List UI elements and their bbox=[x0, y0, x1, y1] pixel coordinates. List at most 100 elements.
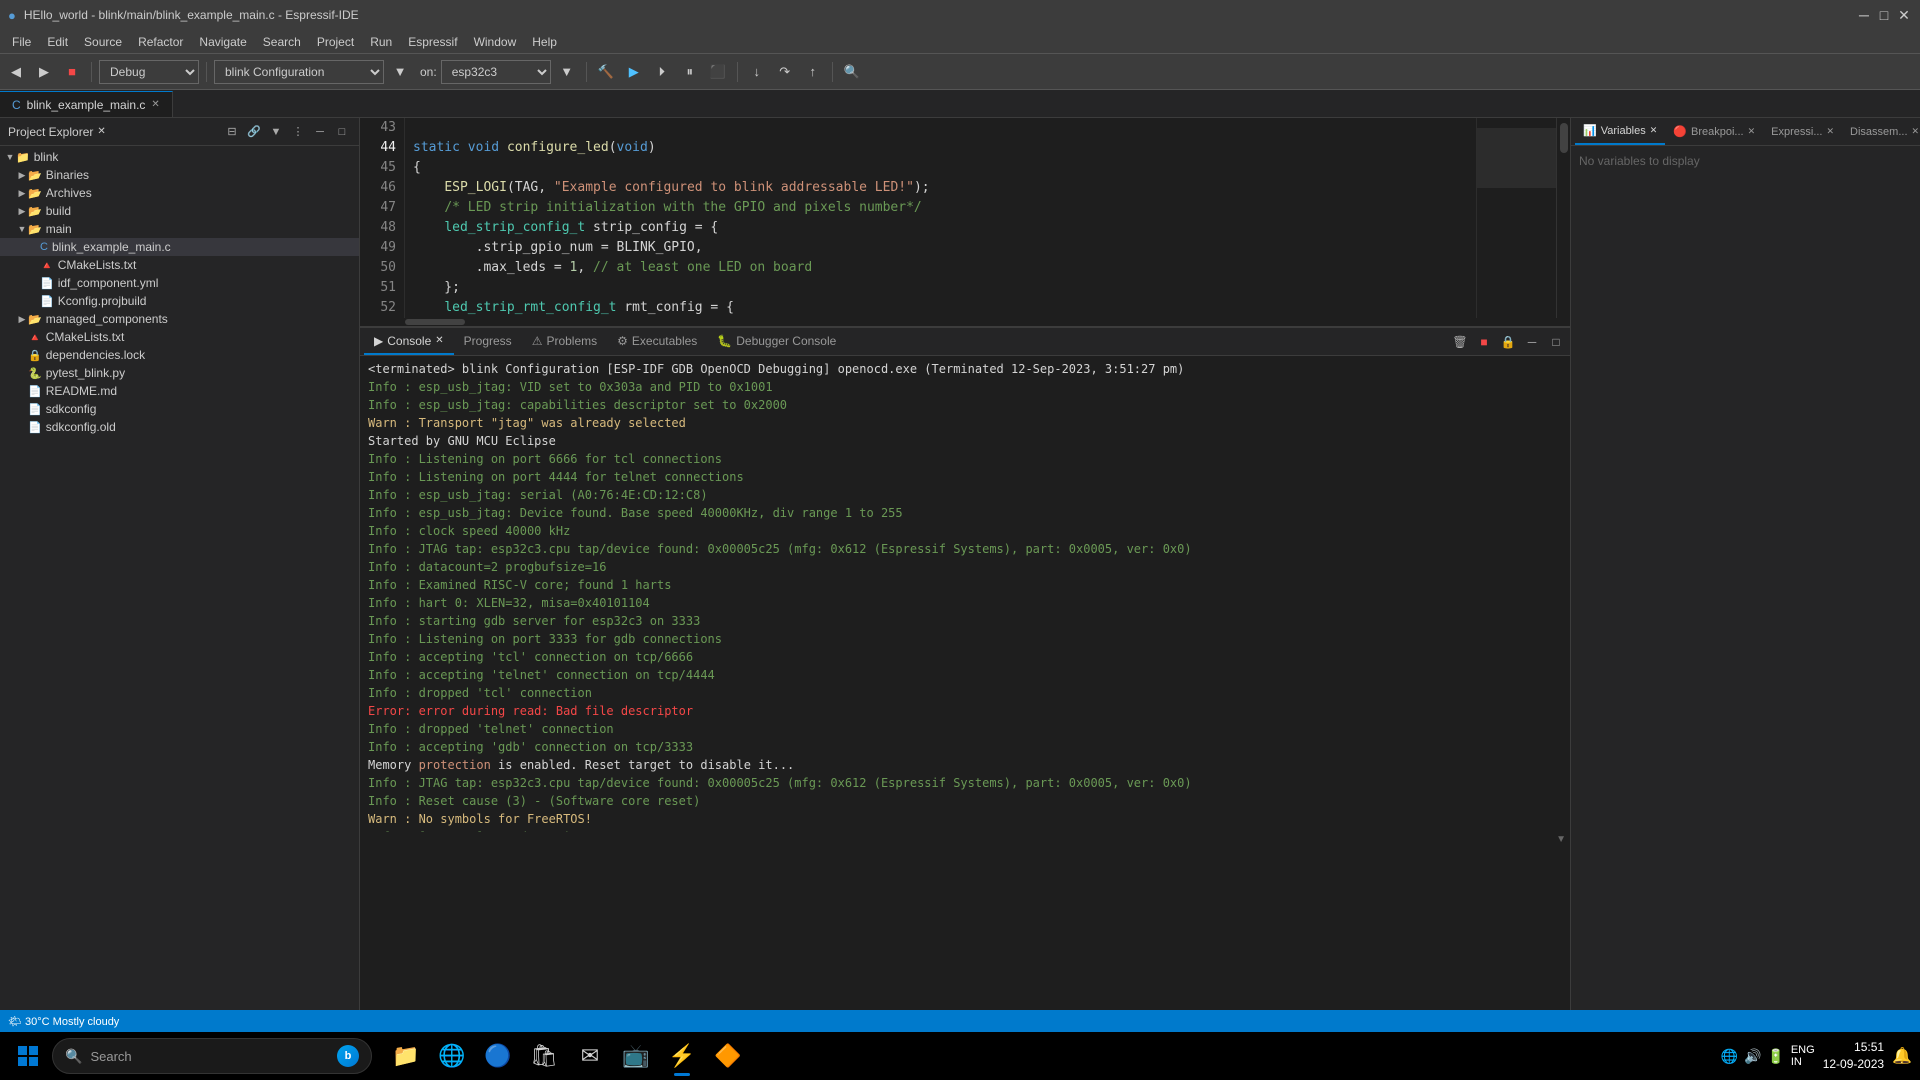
taskbar-store[interactable]: 🛍 bbox=[522, 1034, 566, 1078]
panel-clear-btn[interactable]: 🗑 bbox=[1450, 332, 1470, 352]
console-output[interactable]: <terminated> blink Configuration [ESP-ID… bbox=[360, 356, 1570, 832]
toolbar-resume-btn[interactable]: ⏵ bbox=[650, 60, 674, 84]
tray-lang[interactable]: ENGIN bbox=[1791, 1044, 1815, 1068]
panel-tab-progress[interactable]: Progress bbox=[454, 329, 522, 355]
menu-project[interactable]: Project bbox=[309, 33, 362, 51]
debug-config-dropdown[interactable]: Debug bbox=[99, 60, 199, 84]
menu-window[interactable]: Window bbox=[466, 33, 525, 51]
menu-refactor[interactable]: Refactor bbox=[130, 33, 191, 51]
tree-readme[interactable]: 📄 README.md bbox=[0, 382, 359, 400]
scrollbar-thumb[interactable] bbox=[1560, 123, 1568, 153]
tray-battery-icon[interactable]: 🔋 bbox=[1767, 1048, 1784, 1065]
panel-tab-executables[interactable]: ⚙ Executables bbox=[607, 329, 707, 355]
taskbar-chrome[interactable]: 🔵 bbox=[476, 1034, 520, 1078]
panel-scroll-lock-btn[interactable]: 🔒 bbox=[1498, 332, 1518, 352]
expressions-close[interactable]: ✕ bbox=[1827, 126, 1835, 137]
toolbar-step-over-btn[interactable]: ↷ bbox=[773, 60, 797, 84]
taskbar-ide[interactable]: ⚡ bbox=[660, 1034, 704, 1078]
minimize-explorer-btn[interactable]: ─ bbox=[311, 123, 329, 141]
panel-tab-debugger-console[interactable]: 🐛 Debugger Console bbox=[707, 329, 846, 355]
taskbar-browser[interactable]: 🌐 bbox=[430, 1034, 474, 1078]
menu-navigate[interactable]: Navigate bbox=[191, 33, 254, 51]
tree-managed-components[interactable]: ▶ 📂 managed_components bbox=[0, 310, 359, 328]
tree-pytest[interactable]: 🐍 pytest_blink.py bbox=[0, 364, 359, 382]
file-tab-close[interactable]: ✕ bbox=[151, 99, 159, 110]
collapse-all-btn[interactable]: ⊟ bbox=[223, 123, 241, 141]
tray-notification-icon[interactable]: 🔔 bbox=[1892, 1046, 1912, 1066]
device-dropdown[interactable]: esp32c3 bbox=[441, 60, 551, 84]
maximize-button[interactable]: □ bbox=[1876, 7, 1892, 23]
panel-tab-problems[interactable]: ⚠ Problems bbox=[522, 329, 607, 355]
right-tab-variables[interactable]: 📊 Variables ✕ bbox=[1575, 119, 1665, 145]
filter-btn[interactable]: ▼ bbox=[267, 123, 285, 141]
vertical-scrollbar[interactable] bbox=[1556, 118, 1570, 318]
toolbar-terminate-btn[interactable]: ⬛ bbox=[706, 60, 730, 84]
close-button[interactable]: ✕ bbox=[1896, 7, 1912, 23]
maximize-explorer-btn[interactable]: □ bbox=[333, 123, 351, 141]
taskbar-app8[interactable]: 🔶 bbox=[706, 1034, 750, 1078]
tray-volume-icon[interactable]: 🔊 bbox=[1744, 1048, 1761, 1065]
toolbar-step-into-btn[interactable]: ↓ bbox=[745, 60, 769, 84]
tree-kconfig[interactable]: 📄 Kconfig.projbuild bbox=[0, 292, 359, 310]
panel-maximize-btn[interactable]: □ bbox=[1546, 332, 1566, 352]
tree-main[interactable]: ▼ 📂 main bbox=[0, 220, 359, 238]
file-tab-blink-main[interactable]: C blink_example_main.c ✕ bbox=[0, 91, 173, 117]
toolbar-device-btn[interactable]: ▼ bbox=[555, 60, 579, 84]
toolbar-forward-btn[interactable]: ▶ bbox=[32, 60, 56, 84]
taskbar-mail[interactable]: ✉ bbox=[568, 1034, 612, 1078]
menu-espressif[interactable]: Espressif bbox=[400, 33, 465, 51]
right-tab-breakpoints[interactable]: 🔴 Breakpoi... ✕ bbox=[1665, 119, 1763, 145]
explorer-close-icon[interactable]: ✕ bbox=[97, 126, 105, 137]
menu-source[interactable]: Source bbox=[76, 33, 130, 51]
toolbar-build-btn[interactable]: 🔨 bbox=[594, 60, 618, 84]
taskbar-file-explorer[interactable]: 📁 bbox=[384, 1034, 428, 1078]
minimap-slider[interactable] bbox=[1477, 128, 1556, 188]
link-editor-btn[interactable]: 🔗 bbox=[245, 123, 263, 141]
tree-idf-component[interactable]: 📄 idf_component.yml bbox=[0, 274, 359, 292]
tree-blink-main-c[interactable]: C blink_example_main.c bbox=[0, 238, 359, 256]
minimize-button[interactable]: ─ bbox=[1856, 7, 1872, 23]
right-tab-expressions[interactable]: Expressi... ✕ bbox=[1763, 119, 1842, 145]
tree-binaries[interactable]: ▶ 📂 Binaries bbox=[0, 166, 359, 184]
console-tab-close[interactable]: ✕ bbox=[435, 335, 443, 346]
exec-tab-label: Executables bbox=[632, 334, 697, 348]
tree-cmakelists-main[interactable]: 🔺 CMakeLists.txt bbox=[0, 256, 359, 274]
code-content[interactable]: static void configure_led(void) { ESP_LO… bbox=[405, 118, 1476, 318]
tree-sdkconfig[interactable]: 📄 sdkconfig bbox=[0, 400, 359, 418]
con-line-13: Info : hart 0: XLEN=32, misa=0x40101104 bbox=[368, 594, 1562, 612]
taskbar: 🔍 Search b 📁 🌐 🔵 🛍 ✉ 📺 ⚡ 🔶 bbox=[0, 1032, 1920, 1080]
toolbar-step-return-btn[interactable]: ↑ bbox=[801, 60, 825, 84]
clock-display[interactable]: 15:51 12-09-2023 bbox=[1823, 1039, 1884, 1073]
menu-run[interactable]: Run bbox=[362, 33, 400, 51]
h-scrollbar-thumb[interactable] bbox=[405, 319, 465, 325]
breakpoints-close[interactable]: ✕ bbox=[1748, 126, 1756, 137]
start-button[interactable] bbox=[8, 1036, 48, 1076]
toolbar-stop-btn[interactable]: ■ bbox=[60, 60, 84, 84]
panel-minimize-btn[interactable]: ─ bbox=[1522, 332, 1542, 352]
panel-stop-btn[interactable]: ■ bbox=[1474, 332, 1494, 352]
toolbar-debug-run-btn[interactable]: ▶ bbox=[622, 60, 646, 84]
explorer-menu-btn[interactable]: ⋮ bbox=[289, 123, 307, 141]
menu-edit[interactable]: Edit bbox=[39, 33, 76, 51]
toolbar-back-btn[interactable]: ◀ bbox=[4, 60, 28, 84]
menu-help[interactable]: Help bbox=[524, 33, 565, 51]
tree-cmakelists-root[interactable]: 🔺 CMakeLists.txt bbox=[0, 328, 359, 346]
tree-sdkconfig-old[interactable]: 📄 sdkconfig.old bbox=[0, 418, 359, 436]
panel-tab-console[interactable]: ▶ Console ✕ bbox=[364, 329, 454, 355]
right-tab-disassembly[interactable]: Disassem... ✕ bbox=[1842, 119, 1920, 145]
tree-root-blink[interactable]: ▼ 📁 blink bbox=[0, 148, 359, 166]
blink-config-dropdown[interactable]: blink Configuration bbox=[214, 60, 384, 84]
toolbar-search-btn[interactable]: 🔍 bbox=[840, 60, 864, 84]
taskbar-search[interactable]: 🔍 Search b bbox=[52, 1038, 372, 1074]
toolbar-suspend-btn[interactable]: ⏸ bbox=[678, 60, 702, 84]
menu-search[interactable]: Search bbox=[255, 33, 309, 51]
toolbar-config-btn[interactable]: ▼ bbox=[388, 60, 412, 84]
tree-dependencies[interactable]: 🔒 dependencies.lock bbox=[0, 346, 359, 364]
menu-file[interactable]: File bbox=[4, 33, 39, 51]
tray-network-icon[interactable]: 🌐 bbox=[1721, 1048, 1738, 1065]
taskbar-app6[interactable]: 📺 bbox=[614, 1034, 658, 1078]
variables-close[interactable]: ✕ bbox=[1650, 125, 1658, 136]
tree-build[interactable]: ▶ 📂 build bbox=[0, 202, 359, 220]
disassembly-close[interactable]: ✕ bbox=[1912, 126, 1920, 137]
tree-archives[interactable]: ▶ 📂 Archives bbox=[0, 184, 359, 202]
